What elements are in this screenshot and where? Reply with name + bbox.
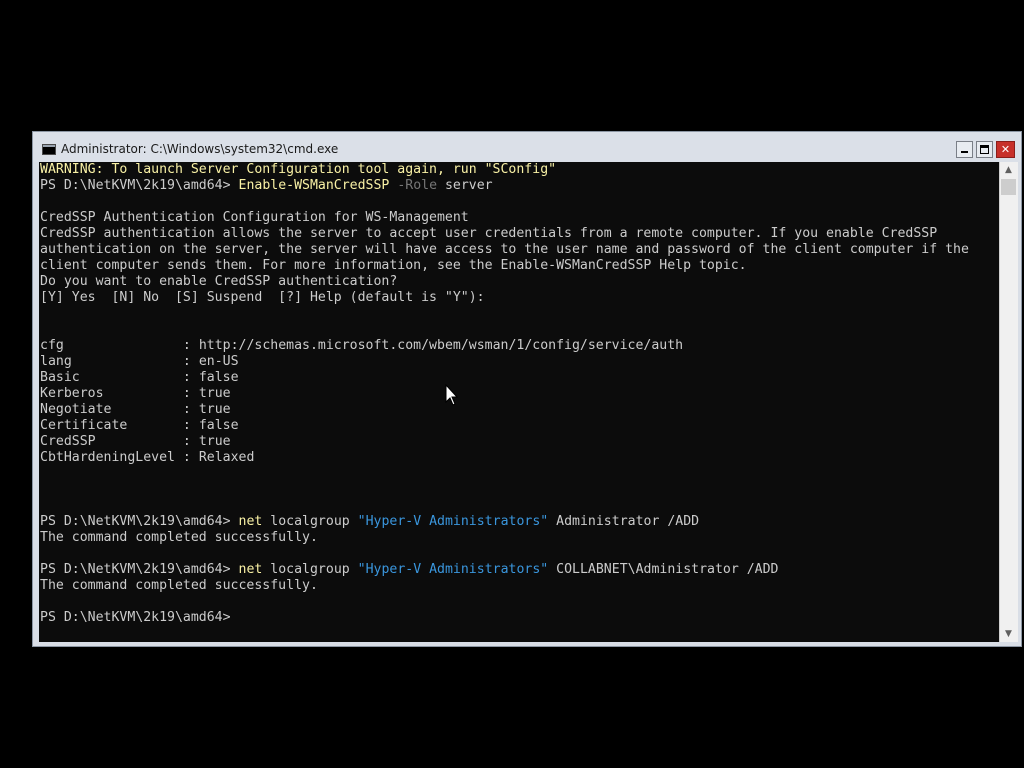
close-button[interactable]: ✕ <box>996 141 1015 158</box>
property-row: Basic : false <box>40 370 239 385</box>
credssp-question: Do you want to enable CredSSP authentica… <box>40 274 398 289</box>
property-row: Kerberos : true <box>40 386 231 401</box>
success-line: The command completed successfully. <box>40 578 318 593</box>
mouse-pointer-icon <box>445 384 459 406</box>
property-value: http://schemas.microsoft.com/wbem/wsman/… <box>198 338 684 353</box>
command-argument: localgroup <box>270 562 350 577</box>
command-parameter: -Role <box>397 178 438 193</box>
property-key: CbtHardeningLevel <box>40 450 183 465</box>
property-key: cfg <box>40 338 183 353</box>
property-value: en-US <box>198 354 239 369</box>
window-title: Administrator: C:\Windows\system32\cmd.e… <box>61 142 339 156</box>
prompt: PS D:\NetKVM\2k19\amd64> <box>40 562 231 577</box>
property-row: CbtHardeningLevel : Relaxed <box>40 450 255 465</box>
property-key: Kerberos <box>40 386 183 401</box>
credssp-text-line: authentication on the server, the server… <box>40 242 969 257</box>
credssp-text-line: client computer sends them. For more inf… <box>40 258 747 273</box>
property-row: CredSSP : true <box>40 434 231 449</box>
property-value: true <box>198 434 231 449</box>
scroll-down-icon[interactable]: ▼ <box>1000 626 1017 642</box>
command-line-1: PS D:\NetKVM\2k19\amd64> Enable-WSManCre… <box>40 178 969 194</box>
property-row: lang : en-US <box>40 354 239 369</box>
credssp-title: CredSSP Authentication Configuration for… <box>40 210 469 225</box>
success-line: The command completed successfully. <box>40 530 318 545</box>
property-key: Certificate <box>40 418 183 433</box>
property-value: true <box>198 402 231 417</box>
cmd-app-icon[interactable] <box>42 144 56 155</box>
command-argument: Administrator /ADD <box>556 514 700 529</box>
scroll-thumb[interactable] <box>1001 179 1016 195</box>
command-name: net <box>238 514 263 529</box>
prompt: PS D:\NetKVM\2k19\amd64> <box>40 514 231 529</box>
property-value: false <box>198 418 239 433</box>
prompt: PS D:\NetKVM\2k19\amd64> <box>40 178 231 193</box>
property-value: false <box>198 370 239 385</box>
maximize-button[interactable] <box>976 141 993 158</box>
minimize-button[interactable] <box>956 141 973 158</box>
property-key: lang <box>40 354 183 369</box>
warning-line: WARNING: To launch Server Configuration … <box>40 162 557 177</box>
property-key: Negotiate <box>40 402 183 417</box>
command-string: "Hyper-V Administrators" <box>357 514 549 529</box>
command-name: net <box>238 562 263 577</box>
command-argument: localgroup <box>270 514 350 529</box>
property-row: Negotiate : true <box>40 402 231 417</box>
property-row: cfg : http://schemas.microsoft.com/wbem/… <box>40 338 684 353</box>
command-line-3: PS D:\NetKVM\2k19\amd64> net localgroup … <box>40 562 969 578</box>
prompt: PS D:\NetKVM\2k19\amd64> <box>40 610 231 625</box>
command-argument: server <box>444 178 493 193</box>
close-icon: ✕ <box>1000 143 1011 156</box>
scroll-up-icon[interactable]: ▲ <box>1000 162 1017 178</box>
credssp-choices: [Y] Yes [N] No [S] Suspend [?] Help (def… <box>40 290 485 305</box>
credssp-text-line: CredSSP authentication allows the server… <box>40 226 938 241</box>
command-string: "Hyper-V Administrators" <box>357 562 549 577</box>
property-key: CredSSP <box>40 434 183 449</box>
property-value: Relaxed <box>198 450 255 465</box>
command-name: Enable-WSManCredSSP <box>238 178 390 193</box>
command-line-2: PS D:\NetKVM\2k19\amd64> net localgroup … <box>40 514 969 530</box>
cmd-window: Administrator: C:\Windows\system32\cmd.e… <box>32 131 1022 647</box>
maximize-icon <box>980 145 989 154</box>
vertical-scrollbar[interactable]: ▲ ▼ <box>999 162 1018 642</box>
command-argument: COLLABNET\Administrator /ADD <box>556 562 779 577</box>
current-prompt-line[interactable]: PS D:\NetKVM\2k19\amd64> <box>40 610 969 626</box>
property-key: Basic <box>40 370 183 385</box>
title-bar[interactable]: Administrator: C:\Windows\system32\cmd.e… <box>33 132 1021 162</box>
minimize-icon <box>961 151 968 153</box>
console-output[interactable]: WARNING: To launch Server Configuration … <box>39 162 999 642</box>
property-value: true <box>198 386 231 401</box>
property-row: Certificate : false <box>40 418 239 433</box>
